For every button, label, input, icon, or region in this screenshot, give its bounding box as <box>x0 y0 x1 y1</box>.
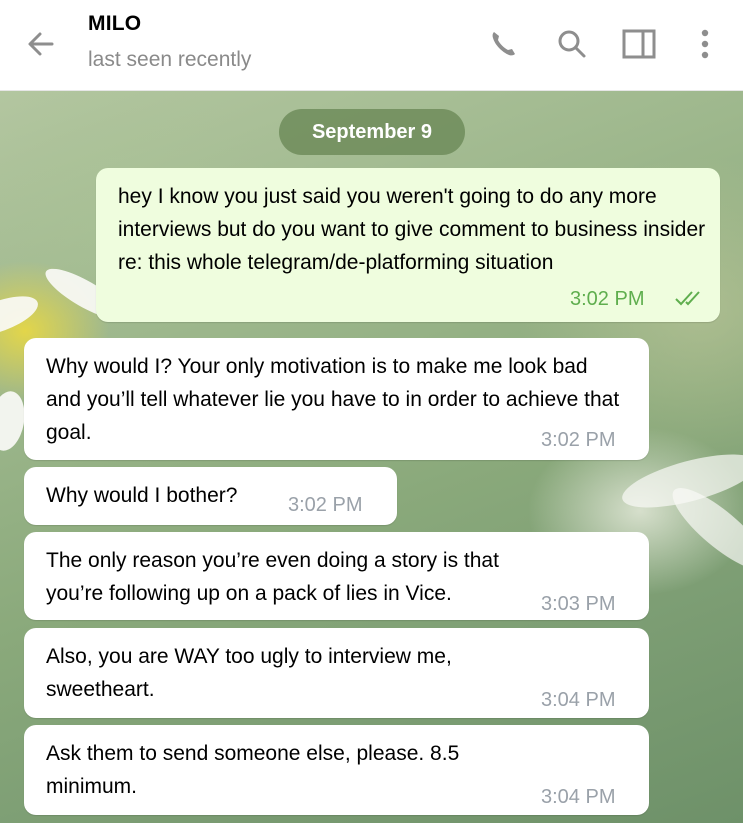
double-check-icon <box>675 291 700 306</box>
message-time: 3:02 PM <box>570 288 645 310</box>
date-separator: September 9 <box>279 109 465 155</box>
message-incoming[interactable]: Why would I? Your only motivation is to … <box>24 338 649 460</box>
message-text: Why would I? Your only motivation is to … <box>46 355 620 444</box>
message-text: hey I know you just said you weren't goi… <box>118 185 706 274</box>
message-text: Also, you are WAY too ugly to interview … <box>46 645 452 701</box>
message-text: The only reason you’re even doing a stor… <box>46 549 499 605</box>
message-time: 3:02 PM <box>541 429 616 451</box>
more-vertical-icon[interactable] <box>690 24 720 64</box>
chat-title[interactable]: MILO last seen recently <box>88 12 251 72</box>
message-time: 3:04 PM <box>541 689 616 711</box>
message-time: 3:02 PM <box>288 494 363 516</box>
message-incoming[interactable]: The only reason you’re even doing a stor… <box>24 532 649 620</box>
message-time: 3:04 PM <box>541 786 616 808</box>
flower-petal <box>0 288 43 344</box>
chat-background: September 9 hey I know you just said you… <box>0 91 743 823</box>
message-text: Why would I bother? <box>46 484 238 507</box>
contact-name: MILO <box>88 12 142 35</box>
message-time: 3:03 PM <box>541 593 616 615</box>
message-text: Ask them to send someone else, please. 8… <box>46 742 460 798</box>
telegram-chat-window: MILO last seen recently September 9 hey … <box>0 0 743 823</box>
contact-status: last seen recently <box>88 48 252 71</box>
phone-icon[interactable] <box>484 24 524 64</box>
sidebar-icon[interactable] <box>620 24 660 64</box>
message-incoming[interactable]: Ask them to send someone else, please. 8… <box>24 725 649 815</box>
message-incoming[interactable]: Why would I bother? 3:02 PM <box>24 467 397 525</box>
search-icon[interactable] <box>552 24 592 64</box>
message-incoming[interactable]: Also, you are WAY too ugly to interview … <box>24 628 649 718</box>
message-outgoing[interactable]: hey I know you just said you weren't goi… <box>96 168 720 322</box>
chat-header: MILO last seen recently <box>0 0 743 91</box>
back-arrow-icon[interactable] <box>22 26 62 62</box>
